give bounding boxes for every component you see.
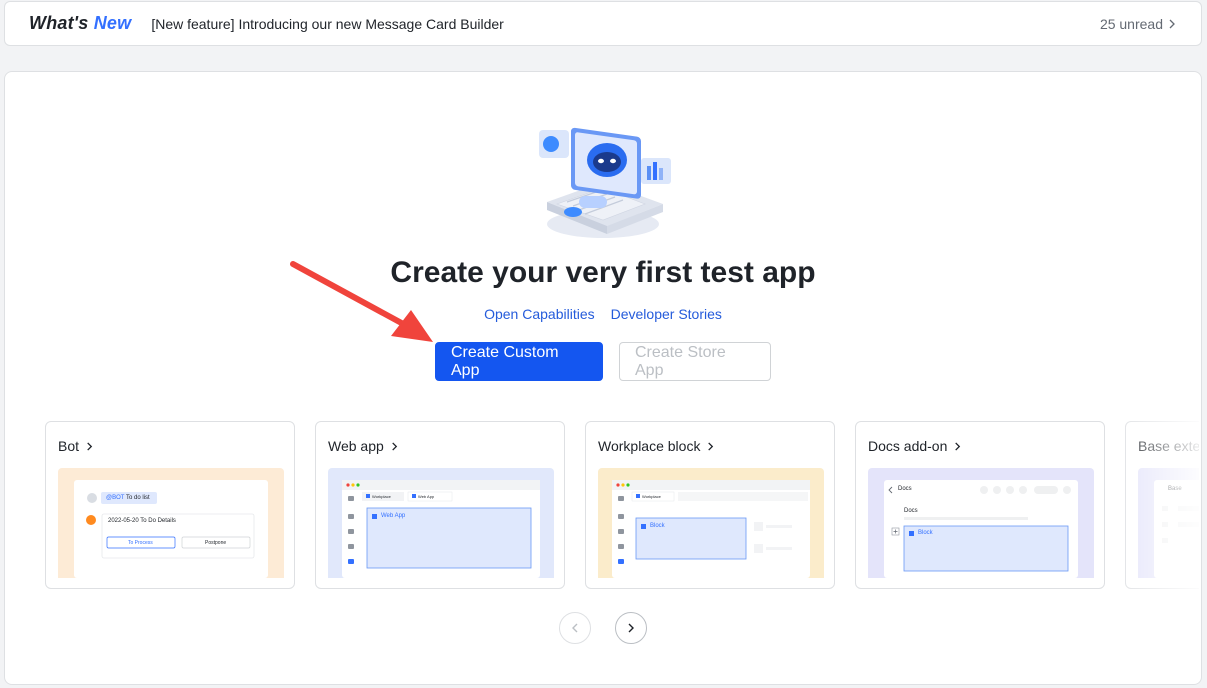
create-buttons: Create Custom App Create Store App bbox=[5, 342, 1201, 381]
docs-crumb: Docs bbox=[898, 486, 912, 492]
bot-message: To do list bbox=[126, 495, 150, 501]
card-bot[interactable]: Bot @BOT To do list 2022-05-20 To Do Det… bbox=[45, 421, 295, 589]
chevron-right-icon bbox=[628, 623, 634, 633]
card-title: Web app bbox=[328, 438, 399, 454]
brand-word-whats: What's bbox=[29, 13, 89, 33]
page-title: Create your very first test app bbox=[390, 256, 816, 289]
bot-preview: @BOT To do list 2022-05-20 To Do Details… bbox=[58, 468, 284, 578]
workplace-block-preview-graphic bbox=[612, 480, 810, 578]
create-store-app-button[interactable]: Create Store App bbox=[619, 342, 771, 381]
web-tab-webapp: Web App bbox=[418, 494, 435, 499]
chevron-right-icon bbox=[1169, 19, 1175, 28]
card-title-text: Docs add-on bbox=[868, 438, 948, 454]
developer-stories-link[interactable]: Developer Stories bbox=[611, 306, 722, 322]
announcement-link[interactable]: [New feature] Introducing our new Messag… bbox=[151, 16, 504, 32]
card-title: Workplace block bbox=[598, 438, 715, 454]
main-panel: Create your very first test app Open Cap… bbox=[4, 71, 1202, 685]
web-app-box-label: Web App bbox=[381, 513, 406, 519]
docs-box-label: Block bbox=[918, 530, 933, 536]
card-title: Base exte bbox=[1138, 438, 1199, 454]
postpone-label: Postpone bbox=[205, 540, 227, 546]
todo-details: 2022-05-20 To Do Details bbox=[108, 518, 176, 524]
create-custom-app-button[interactable]: Create Custom App bbox=[435, 342, 603, 381]
docs-add-on-preview-graphic bbox=[884, 480, 1078, 578]
chevron-left-icon bbox=[572, 623, 578, 633]
carousel-pager bbox=[5, 612, 1201, 644]
app-type-carousel: Bot @BOT To do list 2022-05-20 To Do Det… bbox=[45, 421, 1199, 591]
workplace-block-preview: Workplace Block bbox=[598, 468, 824, 578]
annotation-arrow-icon bbox=[290, 261, 433, 342]
whats-new-logo: What's New bbox=[29, 13, 131, 34]
card-title: Bot bbox=[58, 438, 94, 454]
brand-word-new: New bbox=[93, 13, 132, 33]
to-process-label: To Process bbox=[128, 540, 153, 546]
block-tab-workplace: Workplace bbox=[642, 494, 661, 499]
chevron-right-icon bbox=[708, 441, 714, 451]
web-tab-workplace: Workplace bbox=[372, 494, 391, 499]
base-extension-preview: Base bbox=[1138, 468, 1199, 578]
card-title-text: Workplace block bbox=[598, 438, 701, 454]
whats-new-bar: What's New [New feature] Introducing our… bbox=[4, 1, 1202, 46]
robot-laptop-illustration bbox=[539, 127, 671, 238]
open-capabilities-link[interactable]: Open Capabilities bbox=[484, 306, 595, 322]
unread-count: 25 unread bbox=[1099, 15, 1163, 32]
block-box-label: Block bbox=[650, 523, 665, 529]
card-docs-add-on[interactable]: Docs add-on Docs Docs Block bbox=[855, 421, 1105, 589]
card-web-app[interactable]: Web app Workplace Web App Web App bbox=[315, 421, 565, 589]
web-app-preview: Workplace Web App Web App bbox=[328, 468, 554, 578]
docs-heading: Docs bbox=[904, 508, 918, 514]
card-title-text: Bot bbox=[58, 438, 80, 454]
base-extension-preview-graphic bbox=[1154, 480, 1199, 578]
chevron-right-icon bbox=[87, 441, 93, 451]
card-title-text: Base exte bbox=[1138, 438, 1199, 454]
card-workplace-block[interactable]: Workplace block Workplace Block bbox=[585, 421, 835, 589]
hero-links: Open Capabilities Developer Stories bbox=[5, 306, 1201, 322]
base-crumb: Base bbox=[1168, 486, 1182, 492]
web-app-preview-graphic bbox=[342, 480, 540, 578]
card-title: Docs add-on bbox=[868, 438, 962, 454]
card-base-extension[interactable]: Base exte Base bbox=[1125, 421, 1199, 589]
bot-mention: @BOT bbox=[106, 495, 125, 501]
carousel-next-button[interactable] bbox=[615, 612, 647, 644]
docs-add-on-preview: Docs Docs Block bbox=[868, 468, 1094, 578]
unread-link[interactable]: 25 unread bbox=[1100, 16, 1177, 32]
chevron-right-icon bbox=[955, 441, 961, 451]
carousel-prev-button[interactable] bbox=[559, 612, 591, 644]
chevron-right-icon bbox=[392, 441, 397, 451]
card-title-text: Web app bbox=[328, 438, 384, 454]
